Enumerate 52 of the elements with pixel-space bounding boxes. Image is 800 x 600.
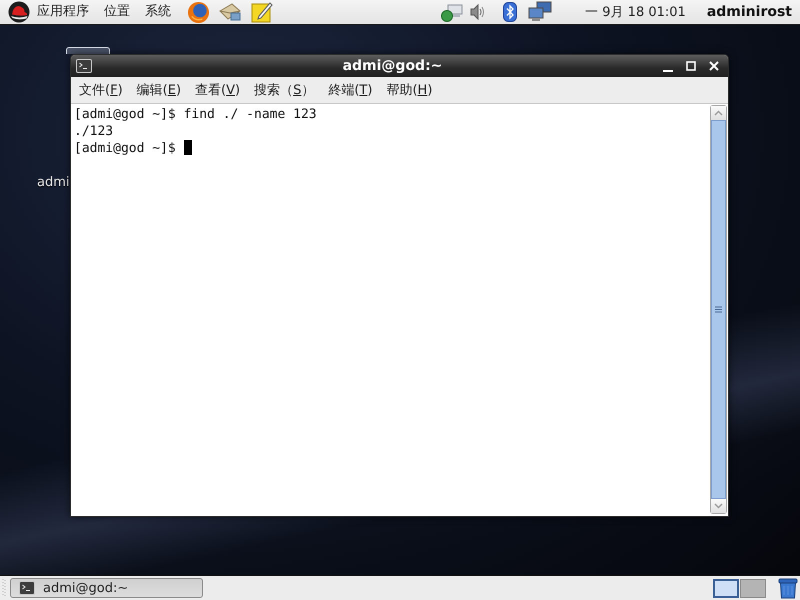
scrollbar[interactable] [710, 105, 727, 514]
minimize-icon [663, 70, 673, 72]
bluetooth-icon [503, 2, 518, 22]
menu-item[interactable]: 終端(T) [321, 78, 380, 102]
panel-handle-icon[interactable] [2, 578, 6, 598]
envelope-icon [218, 2, 242, 22]
notepad-icon [251, 1, 273, 23]
menu-item[interactable]: 文件(F) [72, 78, 130, 102]
panel-menu[interactable]: 应用程序 [30, 1, 96, 23]
tray-button[interactable] [528, 1, 552, 23]
globe-icon [186, 0, 210, 24]
scrollbar-thumb[interactable] [711, 120, 726, 499]
launcher-button[interactable] [186, 1, 210, 23]
close-icon [709, 61, 719, 71]
launcher-button[interactable] [250, 1, 274, 23]
chevron-down-icon [714, 503, 723, 509]
menu-item[interactable]: 搜索（S） [247, 78, 322, 102]
menu-item[interactable]: 编辑(E) [130, 78, 188, 102]
terminal-line: [admi@god ~]$ [74, 140, 707, 157]
grip-icon [715, 306, 722, 313]
panel-menu[interactable]: 位置 [97, 1, 137, 23]
speaker-icon [470, 3, 486, 21]
scroll-up-button[interactable] [711, 106, 726, 120]
desktop-icon[interactable] [66, 47, 110, 54]
network-status-icon [440, 2, 464, 22]
workspace-button[interactable] [740, 578, 766, 598]
block-cursor-icon [184, 140, 192, 155]
user-menu[interactable]: adminirost [704, 4, 794, 20]
menu-item[interactable]: 帮助(H) [379, 78, 440, 102]
tray-button[interactable] [503, 1, 518, 23]
terminal-line: [admi@god ~]$ find ./ -name 123 [74, 106, 318, 123]
launcher-button[interactable] [218, 1, 242, 23]
tray-button[interactable] [470, 1, 486, 23]
clock[interactable]: 一 9月 18 01:01 [583, 3, 688, 21]
desktop-icon-label[interactable]: admi [37, 175, 70, 190]
title-bar[interactable]: admi@god:~ [71, 55, 728, 77]
trash-button[interactable] [778, 578, 798, 598]
taskbar-button[interactable]: admi@god:~ [10, 578, 203, 598]
workspace-button[interactable] [713, 578, 739, 598]
chevron-up-icon [714, 110, 723, 116]
monitors-icon [528, 1, 552, 23]
scroll-down-button[interactable] [711, 499, 726, 513]
terminal-icon [76, 59, 92, 73]
window-title: admi@god:~ [342, 58, 444, 74]
trash-icon [778, 578, 798, 598]
maximize-button[interactable] [683, 58, 699, 74]
menu-item[interactable]: 查看(V) [188, 78, 248, 102]
terminal-line: ./123 [74, 123, 114, 140]
maximize-icon [686, 61, 696, 71]
panel-menu[interactable]: 系统 [138, 1, 178, 23]
terminal-icon [19, 581, 35, 595]
hat-logo-icon[interactable] [8, 1, 30, 23]
